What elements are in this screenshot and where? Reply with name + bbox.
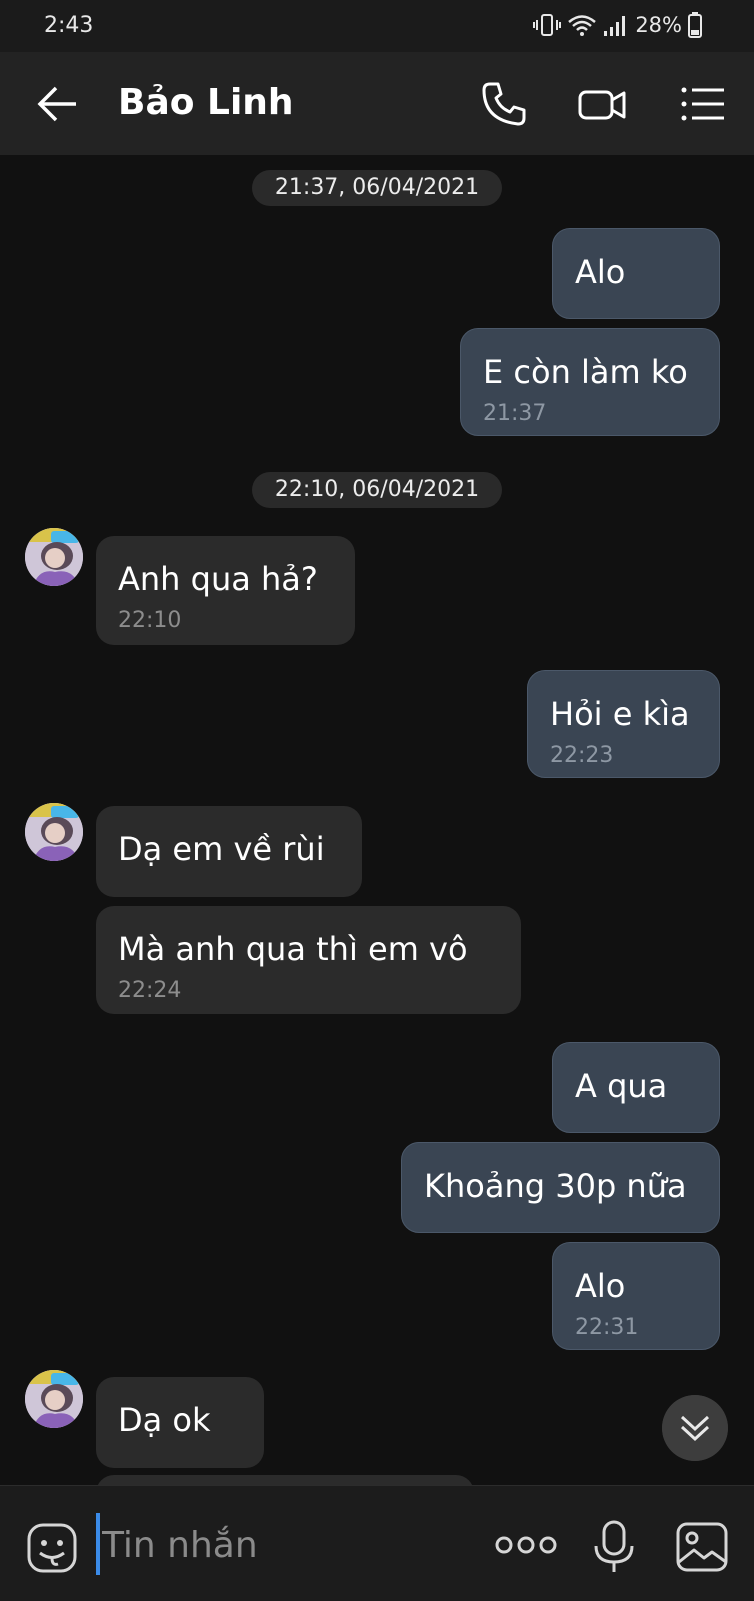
avatar-image <box>25 1370 83 1428</box>
message-time: 22:23 <box>550 743 614 768</box>
image-icon[interactable] <box>676 1522 728 1572</box>
date-separator: 21:37, 06/04/2021 <box>252 170 502 206</box>
message-text: Alo <box>575 1267 626 1305</box>
phone-icon[interactable] <box>480 80 528 128</box>
message-bubble-in[interactable]: Anh qua hả? 22:10 <box>96 536 355 645</box>
date-separator: 22:10, 06/04/2021 <box>252 472 502 508</box>
message-bubble-in[interactable]: Dạ ok <box>96 1377 264 1468</box>
microphone-icon[interactable] <box>590 1520 638 1574</box>
message-text: E còn làm ko <box>483 353 688 391</box>
avatar[interactable] <box>25 528 83 586</box>
message-text: Anh qua hả? <box>118 560 318 598</box>
vibrate-icon <box>533 14 562 36</box>
message-bubble-in-partial[interactable] <box>96 1475 474 1485</box>
message-bubble-out[interactable]: A qua <box>552 1042 720 1133</box>
message-bubble-in[interactable]: Dạ em về rùi <box>96 806 362 897</box>
message-bubble-out[interactable]: Hỏi e kìa 22:23 <box>527 670 720 778</box>
message-bubble-in[interactable]: Mà anh qua thì em vô 22:24 <box>96 906 521 1014</box>
message-text: Alo <box>575 253 626 291</box>
avatar-image <box>25 528 83 586</box>
message-time: 22:24 <box>118 978 182 1003</box>
message-bubble-out[interactable]: Alo 22:31 <box>552 1242 720 1350</box>
emoji-sticker-icon[interactable] <box>26 1522 78 1574</box>
avatar[interactable] <box>25 803 83 861</box>
message-bubble-out[interactable]: Khoảng 30p nữa <box>401 1142 720 1233</box>
video-camera-icon[interactable] <box>578 80 626 128</box>
status-icons: 28% <box>533 12 702 38</box>
more-dots-icon[interactable] <box>494 1530 558 1560</box>
message-text: Khoảng 30p nữa <box>424 1167 687 1205</box>
message-text: Mà anh qua thì em vô <box>118 930 468 968</box>
battery-icon <box>688 12 702 38</box>
battery-percent: 28% <box>635 13 682 37</box>
contact-name[interactable]: Bảo Linh <box>118 82 294 123</box>
signal-icon <box>604 16 626 36</box>
message-input[interactable] <box>100 1514 464 1576</box>
message-time: 22:10 <box>118 608 182 633</box>
avatar-image <box>25 803 83 861</box>
status-time: 2:43 <box>44 13 94 38</box>
avatar[interactable] <box>25 1370 83 1428</box>
list-menu-icon[interactable] <box>680 80 728 128</box>
arrow-left-icon[interactable] <box>36 82 80 126</box>
message-bubble-out[interactable]: Alo <box>552 228 720 319</box>
wifi-icon <box>568 15 597 36</box>
message-time: 22:31 <box>575 1315 639 1340</box>
message-list[interactable]: 21:37, 06/04/2021 Alo E còn làm ko 21:37… <box>0 155 754 1485</box>
message-text: Dạ em về rùi <box>118 830 325 868</box>
message-composer <box>0 1485 754 1601</box>
message-text: Hỏi e kìa <box>550 695 690 733</box>
chat-header: Bảo Linh <box>0 52 754 155</box>
message-time: 21:37 <box>483 401 547 426</box>
message-text: Dạ ok <box>118 1401 211 1439</box>
scroll-down-button[interactable] <box>662 1395 728 1461</box>
message-text: A qua <box>575 1067 668 1105</box>
message-bubble-out[interactable]: E còn làm ko 21:37 <box>460 328 720 436</box>
status-bar: 2:43 28% <box>0 0 754 52</box>
